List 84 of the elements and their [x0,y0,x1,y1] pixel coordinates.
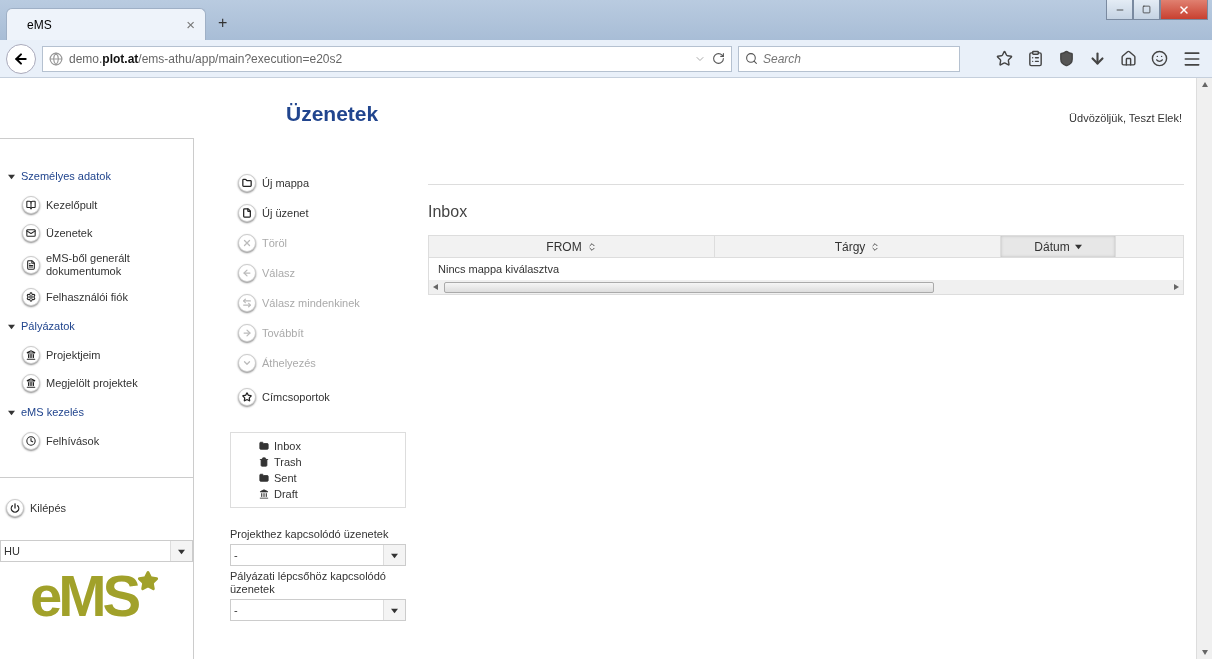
bank-icon [22,346,40,364]
home-icon[interactable] [1120,50,1137,67]
action-item[interactable]: Új mappa [230,168,428,198]
sort-icon [870,241,881,252]
folder-icon [259,473,269,483]
bank-icon [259,489,269,499]
browser-tab[interactable]: eMS × [6,8,206,40]
envelope-icon [22,224,40,242]
globe-icon [49,51,63,66]
search-field[interactable]: Search [738,45,960,72]
horizontal-scrollbar[interactable] [429,280,1183,294]
document-icon [22,256,40,274]
scroll-right-icon[interactable] [1174,284,1179,290]
sidebar-item[interactable]: Üzenetek [0,219,193,247]
logo-text: eMS [30,570,138,622]
back-button[interactable] [6,43,36,74]
arrow-right-icon [238,324,256,342]
column-header[interactable]: Dátum [1001,236,1116,257]
section-header[interactable]: Személyes adatok [0,161,193,191]
scroll-down-icon[interactable] [1201,650,1208,655]
filter-select[interactable]: - [230,599,406,621]
close-icon [238,234,256,252]
logo-star-icon [137,570,160,592]
minimize-button[interactable] [1106,0,1133,20]
section-header[interactable]: Pályázatok [0,311,193,341]
search-icon [745,51,758,65]
bank-icon [22,374,40,392]
book-icon [22,196,40,214]
folder-item[interactable]: Inbox [259,438,405,454]
shield-icon[interactable] [1058,50,1075,67]
close-button[interactable] [1160,0,1208,20]
sort-descending-icon [1074,243,1082,250]
new-tab-button[interactable]: + [206,14,240,40]
arrow-left-icon [238,264,256,282]
file-icon [238,204,256,222]
scroll-left-icon[interactable] [433,284,438,290]
logout-item[interactable]: Kilépés [0,494,193,522]
reading-list-icon[interactable] [1027,50,1044,67]
sort-icon [586,241,597,252]
star-icon[interactable] [996,50,1013,67]
folder-item[interactable]: Draft [259,486,405,502]
column-header[interactable]: FROM [429,236,715,257]
inbox-heading: Inbox [428,203,469,221]
chevron-down-icon [238,354,256,372]
section-header[interactable]: eMS kezelés [0,397,193,427]
chat-icon[interactable] [1151,50,1168,67]
section-label: Pályázatok [21,320,75,332]
restore-icon [1142,5,1151,14]
folder-icon [238,174,256,192]
sidebar-item[interactable]: eMS-ből generált dokumentumok [0,247,193,283]
restore-button[interactable] [1133,0,1160,20]
close-icon [1178,3,1190,16]
sidebar-item[interactable]: Felhívások [0,427,193,455]
sidebar-item[interactable]: Megjelölt projektek [0,369,193,397]
arrows-icon [238,294,256,312]
language-select[interactable]: HU [0,540,193,562]
filter-label: Pályázati lépcsőhöz kapcsolódó üzenetek [230,570,387,596]
page-title: Üzenetek [286,102,379,126]
folder-item[interactable]: Sent [259,470,405,486]
power-icon [6,499,24,517]
sidebar-item[interactable]: Projektjeim [0,341,193,369]
greeting-text: Üdvözöljük, Teszt Elek! [1069,112,1182,124]
filter-label: Projekthez kapcsolódó üzenetek [230,528,390,541]
section-label: eMS kezelés [21,406,84,418]
action-item[interactable]: Címcsoportok [230,382,428,412]
address-bar[interactable]: demo.plot.at/ems-athu/app/main?execution=e20s2 [42,45,732,72]
clock-icon [22,432,40,450]
caret-icon [178,547,185,555]
gear-icon [22,288,40,306]
caret-icon [391,606,398,614]
sidebar-item[interactable]: Kezelőpult [0,191,193,219]
download-icon[interactable] [1089,50,1106,67]
tab-close-button[interactable]: × [186,16,195,33]
vertical-scrollbar[interactable] [1196,78,1212,659]
caret-icon [391,551,398,559]
sidebar-item[interactable]: Felhasználói fiók [0,283,193,311]
section-label: Személyes adatok [21,170,111,182]
trash-icon [259,457,269,467]
folder-icon [259,441,269,451]
action-item[interactable]: Új üzenet [230,198,428,228]
scroll-up-icon[interactable] [1201,82,1208,87]
filter-select[interactable]: - [230,544,406,566]
folder-item[interactable]: Trash [259,454,405,470]
reload-icon[interactable] [712,52,725,65]
